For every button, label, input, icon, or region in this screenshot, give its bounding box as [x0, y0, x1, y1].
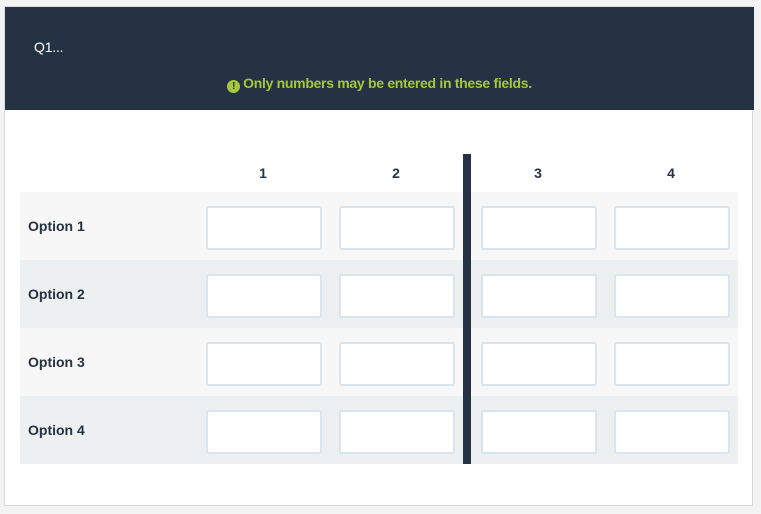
column-header-4: 4 — [667, 165, 675, 181]
question-header: Q1... ! Only numbers may be entered in th… — [5, 7, 754, 110]
number-input[interactable] — [206, 206, 322, 250]
exclamation-circle-icon: ! — [227, 80, 241, 93]
column-header-2: 2 — [392, 165, 400, 181]
question-label: Q1... — [34, 39, 64, 55]
number-input[interactable] — [481, 410, 597, 454]
number-input[interactable] — [614, 206, 730, 250]
column-header-3: 3 — [534, 165, 542, 181]
number-input[interactable] — [614, 410, 730, 454]
number-input[interactable] — [339, 274, 455, 318]
row-label: Option 1 — [28, 218, 85, 234]
number-input[interactable] — [206, 274, 322, 318]
row-label: Option 4 — [28, 422, 85, 438]
table-row: Option 3 — [20, 328, 738, 396]
row-label: Option 3 — [28, 354, 85, 370]
table-row: Option 2 — [20, 260, 738, 328]
number-input[interactable] — [481, 342, 597, 386]
table-row: Option 4 — [20, 396, 738, 464]
number-input[interactable] — [206, 342, 322, 386]
validation-warning: ! Only numbers may be entered in these fi… — [5, 75, 754, 93]
number-input[interactable] — [481, 274, 597, 318]
number-input[interactable] — [614, 274, 730, 318]
number-input[interactable] — [339, 410, 455, 454]
table-row: Option 1 — [20, 192, 738, 260]
number-input[interactable] — [481, 206, 597, 250]
column-header-1: 1 — [259, 165, 267, 181]
column-group-divider — [463, 154, 471, 464]
row-label: Option 2 — [28, 286, 85, 302]
warning-text: Only numbers may be entered in these fie… — [243, 75, 532, 91]
number-input[interactable] — [339, 342, 455, 386]
number-input[interactable] — [339, 206, 455, 250]
number-input[interactable] — [614, 342, 730, 386]
number-input[interactable] — [206, 410, 322, 454]
